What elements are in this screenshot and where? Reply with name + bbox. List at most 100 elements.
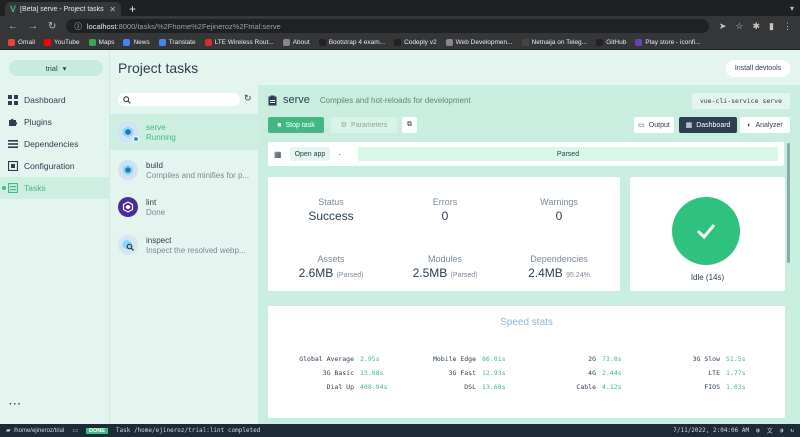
search-icon — [123, 95, 131, 104]
tab-analyzer[interactable]: ◐ Analyzer — [740, 117, 790, 133]
parameters-button[interactable]: ⚙ Parameters — [331, 117, 397, 133]
stat-value: 0 — [555, 209, 563, 223]
task-item-inspect[interactable]: inspect Inspect the resolved webp... — [110, 227, 258, 263]
info-icon[interactable]: ⓘ — [74, 21, 82, 32]
analyzer-icon: ◐ — [747, 121, 752, 129]
stat-label: Assets — [317, 254, 345, 264]
sidebar-item-label: Configuration — [24, 161, 75, 171]
reload-icon[interactable]: ↻ — [790, 427, 794, 434]
speed-stat-label: FIOS — [704, 383, 720, 391]
install-devtools-button[interactable]: Install devtools — [726, 60, 790, 77]
stat-warnings: Warnings 0 — [504, 197, 614, 223]
cwd-path: /home/ejineroz/trial — [13, 427, 65, 434]
stat-dependencies: Dependencies 2.4MB 95.24% — [504, 254, 614, 280]
bookmark-item[interactable]: Bootstrap 4 exam... — [318, 39, 385, 46]
build-stats-panel: Status Success Errors 0 Warnings 0 Asset… — [268, 177, 620, 291]
tab-output[interactable]: ▭ Output — [634, 117, 674, 133]
bookmark-item[interactable]: Translate — [158, 39, 196, 46]
back-icon[interactable]: ← — [8, 21, 18, 32]
sidepanel-icon[interactable]: ▮ — [769, 21, 774, 32]
tab-dashboard[interactable]: ▦ Dashboard — [679, 117, 737, 133]
close-tab-icon[interactable]: ✕ — [109, 5, 116, 14]
build-progress-bar: Parsed — [358, 147, 778, 161]
task-description: Done — [146, 207, 166, 217]
dashboard-scroll[interactable]: ▦ Open app · Parsed Status Success Error… — [258, 142, 800, 437]
page-header: Project tasks Install devtools — [110, 51, 800, 85]
cwd-indicator[interactable]: ▰ /home/ejineroz/trial — [6, 427, 65, 435]
project-selector[interactable]: trial ▾ — [9, 60, 103, 76]
new-tab-button[interactable]: + — [129, 2, 136, 16]
speed-stat: Global Average 2.95s — [282, 355, 379, 367]
refresh-icon[interactable]: ↻ — [244, 93, 252, 104]
url-host: localhost — [86, 21, 117, 31]
bookmark-item[interactable]: Maps — [88, 39, 114, 46]
bookmark-item[interactable]: Gmail — [8, 39, 35, 46]
analyzer-label: Analyzer — [755, 121, 783, 129]
bookmark-favicon-icon — [596, 39, 604, 46]
browser-tab[interactable]: V [Beta] serve - Project tasks - ... ✕ — [5, 2, 121, 16]
task-item-serve[interactable]: serve Running — [110, 114, 258, 150]
stat-sub: (Parsed) — [336, 272, 364, 279]
bookmark-item[interactable]: About — [282, 39, 310, 46]
bookmark-label: LTE Wireless Rout... — [214, 39, 274, 46]
reload-icon[interactable]: ↻ — [48, 21, 56, 32]
forward-icon[interactable]: → — [28, 21, 38, 32]
speed-stat-label: 3G Fast — [448, 369, 476, 377]
sidebar-item-plugins[interactable]: Plugins — [0, 111, 110, 133]
task-description: Running — [146, 132, 176, 142]
task-toolbar: ■ Stop task ⚙ Parameters ⧉ ▭ Output ▦ Da… — [268, 117, 790, 133]
sidebar-item-dependencies[interactable]: Dependencies — [0, 133, 110, 155]
bookmark-favicon-icon — [43, 39, 51, 46]
dark-mode-icon[interactable]: ◑ — [780, 427, 784, 434]
dashboard-icon: ▦ — [685, 122, 693, 129]
progress-status: Parsed — [556, 150, 580, 158]
speed-stat-label: 3G Basic — [322, 369, 354, 377]
bookmark-item[interactable]: Netnaija on Teleg... — [521, 39, 588, 46]
speed-stat-value: 1.03s — [726, 383, 746, 391]
sidebar-item-dashboard[interactable]: Dashboard — [0, 89, 110, 111]
bookmark-item[interactable]: Codeply v2 — [394, 39, 437, 46]
open-app-button[interactable]: Open app — [289, 147, 331, 161]
more-icon[interactable]: ··· — [9, 399, 22, 410]
speed-stat-value: 86.01s — [482, 355, 506, 363]
task-item-lint[interactable]: lint Done — [110, 189, 258, 225]
minimize-icon[interactable]: ▾ — [790, 4, 794, 13]
task-detail: serve Compiles and hot-reloads for devel… — [258, 85, 800, 437]
sidebar-item-tasks[interactable]: Tasks — [0, 177, 110, 199]
tasks-icon — [8, 183, 18, 193]
stat-label: Modules — [427, 254, 463, 264]
menu-icon[interactable]: ⋮ — [783, 21, 792, 32]
gear-icon — [8, 161, 18, 171]
stop-task-button[interactable]: ■ Stop task — [268, 117, 324, 133]
speed-stat-label: DSL — [464, 383, 476, 391]
open-in-editor-button[interactable]: ⧉ — [402, 117, 417, 133]
share-icon[interactable]: ➤ — [719, 21, 727, 32]
bookmark-item[interactable]: LTE Wireless Rout... — [204, 39, 274, 46]
extensions-icon[interactable]: ✱ — [753, 21, 761, 32]
bookmark-item[interactable]: YouTube — [43, 39, 80, 46]
bookmark-item[interactable]: Web Developmen... — [445, 39, 513, 46]
bookmark-label: Play store - iconfi... — [645, 39, 701, 46]
dashboard-icon: ▦ — [274, 149, 282, 159]
speed-stats-title: Speed stats — [500, 317, 553, 328]
bookmark-item[interactable]: News — [123, 39, 150, 46]
scrollbar[interactable] — [787, 143, 790, 263]
star-icon[interactable]: ☆ — [735, 21, 743, 32]
sidebar-item-configuration[interactable]: Configuration — [0, 155, 110, 177]
speed-stat: Mobile Edge 86.01s — [404, 355, 506, 367]
task-search-input[interactable] — [118, 93, 240, 106]
task-item-build[interactable]: build Compiles and minifies for p... — [110, 152, 258, 188]
url-field[interactable]: ⓘ localhost:8000/tasks/%2Fhome%2Fejinero… — [66, 19, 709, 33]
clipboard-icon — [268, 95, 277, 105]
terminal-icon[interactable]: ▭ — [72, 427, 78, 434]
vue-ui-app: trial ▾ Dashboard Plugins Dependencies C… — [0, 51, 800, 437]
globe-icon[interactable]: ◍ — [756, 427, 760, 434]
speed-stat-value: 12.93s — [482, 369, 506, 377]
stat-value: 2.5MB — [412, 266, 448, 280]
translate-icon[interactable]: 文 — [767, 426, 773, 435]
bookmark-item[interactable]: Play store - iconfi... — [635, 39, 701, 46]
bookmark-label: Netnaija on Teleg... — [531, 39, 588, 46]
bookmark-item[interactable]: GitHub — [596, 39, 626, 46]
eslint-icon — [118, 197, 138, 217]
status-message: Task /home/ejineroz/trial:lint completed — [115, 427, 261, 434]
